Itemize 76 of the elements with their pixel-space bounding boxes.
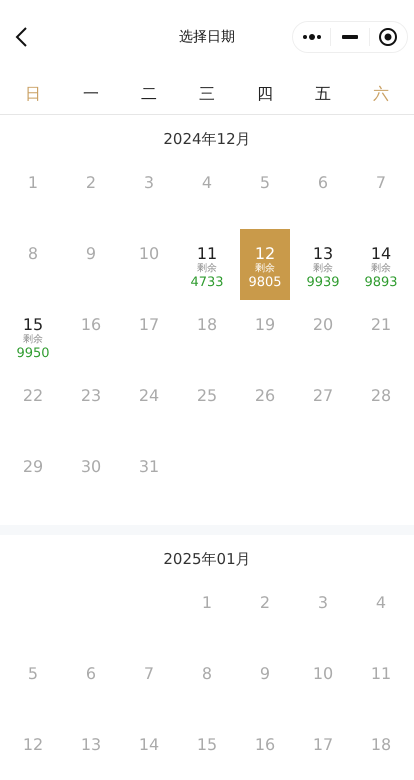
weekday-label: 三 — [199, 84, 215, 104]
remaining-count: 4733 — [190, 275, 224, 290]
minimize-icon[interactable] — [342, 35, 358, 39]
remaining-label: 剩余 — [23, 334, 43, 346]
close-icon[interactable] — [378, 27, 398, 47]
day-number: 27 — [312, 387, 334, 405]
remaining-label: 剩余 — [371, 263, 391, 275]
day-number: 13 — [80, 736, 102, 754]
day-number: 10 — [138, 245, 160, 263]
day-number: 10 — [312, 665, 334, 683]
date-cell[interactable]: 11 剩余 4733 — [182, 229, 232, 300]
day-number: 21 — [370, 316, 392, 334]
day-number: 15 — [196, 736, 218, 754]
weekday-label: 日 — [25, 84, 41, 104]
remaining-label: 剩余 — [255, 263, 275, 275]
day-number: 16 — [254, 736, 276, 754]
day-number: 7 — [376, 174, 386, 192]
day-number: 9 — [86, 245, 96, 263]
remaining-count: 9893 — [364, 275, 398, 290]
remaining-count: 9939 — [306, 275, 340, 290]
day-number: 14 — [138, 736, 160, 754]
day-number: 8 — [28, 245, 38, 263]
day-number: 1 — [28, 174, 38, 192]
page-title: 选择日期 — [179, 29, 235, 45]
more-icon[interactable] — [302, 33, 322, 41]
day-number: 15 — [22, 316, 44, 334]
day-number: 5 — [260, 174, 270, 192]
day-number: 31 — [138, 458, 160, 476]
day-number: 24 — [138, 387, 160, 405]
weekday-label: 二 — [141, 84, 157, 104]
day-number: 19 — [254, 316, 276, 334]
remaining-count: 9805 — [248, 275, 282, 290]
day-number: 3 — [318, 594, 328, 612]
weekday-label: 五 — [315, 84, 331, 104]
day-number: 26 — [254, 387, 276, 405]
day-number: 11 — [196, 245, 218, 263]
day-number: 12 — [22, 736, 44, 754]
weekday-label: 四 — [257, 84, 273, 104]
day-number: 6 — [86, 665, 96, 683]
day-number: 17 — [138, 316, 160, 334]
day-number: 28 — [370, 387, 392, 405]
month-title: 2025年01月 — [163, 550, 251, 568]
remaining-label: 剩余 — [197, 263, 217, 275]
day-number: 4 — [202, 174, 212, 192]
day-number: 7 — [144, 665, 154, 683]
day-number: 30 — [80, 458, 102, 476]
day-number: 16 — [80, 316, 102, 334]
day-number: 11 — [370, 665, 392, 683]
day-number: 29 — [22, 458, 44, 476]
day-number: 25 — [196, 387, 218, 405]
day-number: 18 — [196, 316, 218, 334]
date-cell[interactable]: 13 剩余 9939 — [298, 229, 348, 300]
day-number: 3 — [144, 174, 154, 192]
month-title: 2024年12月 — [163, 130, 251, 148]
day-number: 4 — [376, 594, 386, 612]
day-number: 17 — [312, 736, 334, 754]
day-number: 2 — [260, 594, 270, 612]
date-cell[interactable]: 14 剩余 9893 — [356, 229, 406, 300]
day-number: 2 — [86, 174, 96, 192]
day-number: 6 — [318, 174, 328, 192]
remaining-count: 9950 — [16, 346, 50, 361]
day-number: 23 — [80, 387, 102, 405]
day-number: 14 — [370, 245, 392, 263]
day-number: 18 — [370, 736, 392, 754]
day-number: 22 — [22, 387, 44, 405]
day-number: 5 — [28, 665, 38, 683]
weekday-label: 六 — [373, 84, 389, 104]
day-number: 8 — [202, 665, 212, 683]
day-number: 13 — [312, 245, 334, 263]
day-number: 9 — [260, 665, 270, 683]
day-number: 1 — [202, 594, 212, 612]
remaining-label: 剩余 — [313, 263, 333, 275]
day-number: 12 — [254, 245, 276, 263]
weekday-label: 一 — [83, 84, 99, 104]
date-cell[interactable]: 15 剩余 9950 — [8, 300, 58, 371]
day-number: 20 — [312, 316, 334, 334]
